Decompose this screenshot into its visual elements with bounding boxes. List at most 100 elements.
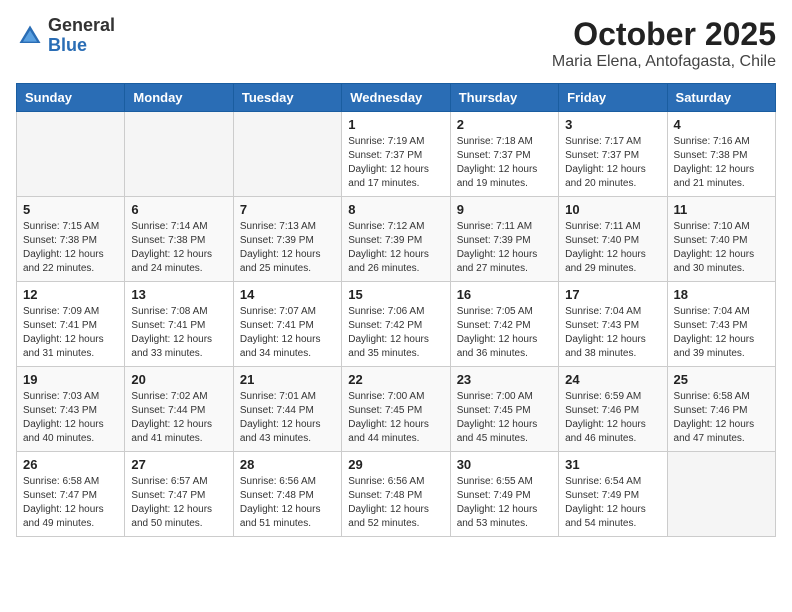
day-info: Sunrise: 6:56 AMSunset: 7:48 PMDaylight:…: [240, 475, 335, 531]
calendar-cell: 23Sunrise: 7:00 AMSunset: 7:45 PMDayligh…: [450, 367, 558, 452]
day-info: Sunrise: 7:04 AMSunset: 7:43 PMDaylight:…: [565, 305, 660, 361]
calendar-cell: 27 Sunrise: 6:57 AMSunset: 7:47 PMDayligh…: [125, 452, 233, 537]
day-of-week-header: Wednesday: [342, 84, 450, 112]
calendar-header: SundayMondayTuesdayWednesdayThursdayFrid…: [17, 84, 776, 112]
day-info: Sunrise: 7:01 AMSunset: 7:44 PMDaylight:…: [240, 390, 335, 446]
day-info: Sunrise: 7:08 AMSunset: 7:41 PMDaylight:…: [131, 305, 226, 361]
calendar-cell: 10 Sunrise: 7:11 AMSunset: 7:40 PMDayligh…: [559, 197, 667, 282]
calendar-cell: 30 Sunrise: 6:55 AMSunset: 7:49 PMDayligh…: [450, 452, 558, 537]
calendar-cell: [17, 112, 125, 197]
day-info: Sunrise: 6:59 AMSunset: 7:46 PMDaylight:…: [565, 390, 660, 446]
header-row: SundayMondayTuesdayWednesdayThursdayFrid…: [17, 84, 776, 112]
calendar-cell: 9Sunrise: 7:11 AMSunset: 7:39 PMDaylight…: [450, 197, 558, 282]
day-info: Sunrise: 7:18 AMSunset: 7:37 PMDaylight:…: [457, 135, 552, 191]
day-number: 21: [240, 372, 335, 387]
calendar-week-row: 12Sunrise: 7:09 AMSunset: 7:41 PMDayligh…: [17, 282, 776, 367]
day-number: 15: [348, 287, 443, 302]
calendar-cell: 16 Sunrise: 7:05 AMSunset: 7:42 PMDayligh…: [450, 282, 558, 367]
day-number: 9: [457, 202, 552, 217]
calendar-table: SundayMondayTuesdayWednesdayThursdayFrid…: [16, 83, 776, 537]
title-block: October 2025 Maria Elena, Antofagasta, C…: [552, 16, 776, 71]
day-number: 10: [565, 202, 660, 217]
day-info: Sunrise: 7:17 AMSunset: 7:37 PMDaylight:…: [565, 135, 660, 191]
calendar-cell: 11 Sunrise: 7:10 AMSunset: 7:40 PMDayligh…: [667, 197, 775, 282]
day-number: 27: [131, 457, 226, 472]
calendar-cell: 20 Sunrise: 7:02 AMSunset: 7:44 PMDayligh…: [125, 367, 233, 452]
day-number: 8: [348, 202, 443, 217]
logo-blue: Blue: [48, 36, 115, 56]
calendar-cell: 8 Sunrise: 7:12 AMSunset: 7:39 PMDaylight…: [342, 197, 450, 282]
calendar-cell: 31Sunrise: 6:54 AMSunset: 7:49 PMDayligh…: [559, 452, 667, 537]
day-info: Sunrise: 6:56 AMSunset: 7:48 PMDaylight:…: [348, 475, 443, 531]
day-number: 3: [565, 117, 660, 132]
calendar-cell: 13Sunrise: 7:08 AMSunset: 7:41 PMDayligh…: [125, 282, 233, 367]
calendar-cell: 14 Sunrise: 7:07 AMSunset: 7:41 PMDayligh…: [233, 282, 341, 367]
day-number: 6: [131, 202, 226, 217]
calendar-cell: 2 Sunrise: 7:18 AMSunset: 7:37 PMDaylight…: [450, 112, 558, 197]
day-number: 11: [674, 202, 769, 217]
calendar-week-row: 26Sunrise: 6:58 AMSunset: 7:47 PMDayligh…: [17, 452, 776, 537]
day-number: 29: [348, 457, 443, 472]
day-number: 17: [565, 287, 660, 302]
day-info: Sunrise: 7:14 AMSunset: 7:38 PMDaylight:…: [131, 220, 226, 276]
day-info: Sunrise: 6:55 AMSunset: 7:49 PMDaylight:…: [457, 475, 552, 531]
day-info: Sunrise: 7:05 AMSunset: 7:42 PMDaylight:…: [457, 305, 552, 361]
day-of-week-header: Sunday: [17, 84, 125, 112]
day-number: 2: [457, 117, 552, 132]
day-number: 19: [23, 372, 118, 387]
day-of-week-header: Friday: [559, 84, 667, 112]
day-number: 12: [23, 287, 118, 302]
day-info: Sunrise: 7:13 AMSunset: 7:39 PMDaylight:…: [240, 220, 335, 276]
day-number: 5: [23, 202, 118, 217]
calendar-cell: 22Sunrise: 7:00 AMSunset: 7:45 PMDayligh…: [342, 367, 450, 452]
day-info: Sunrise: 7:07 AMSunset: 7:41 PMDaylight:…: [240, 305, 335, 361]
month-title: October 2025: [552, 16, 776, 53]
day-info: Sunrise: 6:58 AMSunset: 7:47 PMDaylight:…: [23, 475, 118, 531]
day-info: Sunrise: 7:00 AMSunset: 7:45 PMDaylight:…: [457, 390, 552, 446]
day-info: Sunrise: 7:11 AMSunset: 7:40 PMDaylight:…: [565, 220, 660, 276]
calendar-cell: 29 Sunrise: 6:56 AMSunset: 7:48 PMDayligh…: [342, 452, 450, 537]
day-info: Sunrise: 7:04 AMSunset: 7:43 PMDaylight:…: [674, 305, 769, 361]
location-title: Maria Elena, Antofagasta, Chile: [552, 53, 776, 71]
calendar-cell: 26Sunrise: 6:58 AMSunset: 7:47 PMDayligh…: [17, 452, 125, 537]
day-info: Sunrise: 7:10 AMSunset: 7:40 PMDaylight:…: [674, 220, 769, 276]
day-info: Sunrise: 6:54 AMSunset: 7:49 PMDaylight:…: [565, 475, 660, 531]
day-of-week-header: Monday: [125, 84, 233, 112]
day-info: Sunrise: 7:03 AMSunset: 7:43 PMDaylight:…: [23, 390, 118, 446]
calendar-cell: 17 Sunrise: 7:04 AMSunset: 7:43 PMDayligh…: [559, 282, 667, 367]
calendar-cell: 18 Sunrise: 7:04 AMSunset: 7:43 PMDayligh…: [667, 282, 775, 367]
day-number: 16: [457, 287, 552, 302]
calendar-cell: [667, 452, 775, 537]
day-info: Sunrise: 7:19 AMSunset: 7:37 PMDaylight:…: [348, 135, 443, 191]
calendar-cell: 6 Sunrise: 7:14 AMSunset: 7:38 PMDaylight…: [125, 197, 233, 282]
calendar-cell: [233, 112, 341, 197]
calendar-cell: 28Sunrise: 6:56 AMSunset: 7:48 PMDayligh…: [233, 452, 341, 537]
day-number: 14: [240, 287, 335, 302]
day-number: 1: [348, 117, 443, 132]
day-of-week-header: Tuesday: [233, 84, 341, 112]
day-of-week-header: Thursday: [450, 84, 558, 112]
logo-general: General: [48, 16, 115, 36]
day-number: 4: [674, 117, 769, 132]
calendar-week-row: 19 Sunrise: 7:03 AMSunset: 7:43 PMDayligh…: [17, 367, 776, 452]
day-number: 20: [131, 372, 226, 387]
calendar-week-row: 5Sunrise: 7:15 AMSunset: 7:38 PMDaylight…: [17, 197, 776, 282]
day-info: Sunrise: 6:58 AMSunset: 7:46 PMDaylight:…: [674, 390, 769, 446]
day-info: Sunrise: 7:16 AMSunset: 7:38 PMDaylight:…: [674, 135, 769, 191]
day-info: Sunrise: 7:02 AMSunset: 7:44 PMDaylight:…: [131, 390, 226, 446]
day-number: 18: [674, 287, 769, 302]
calendar-cell: 3 Sunrise: 7:17 AMSunset: 7:37 PMDaylight…: [559, 112, 667, 197]
calendar-cell: 4 Sunrise: 7:16 AMSunset: 7:38 PMDaylight…: [667, 112, 775, 197]
calendar-cell: 12Sunrise: 7:09 AMSunset: 7:41 PMDayligh…: [17, 282, 125, 367]
logo-icon: [16, 22, 44, 50]
day-info: Sunrise: 7:12 AMSunset: 7:39 PMDaylight:…: [348, 220, 443, 276]
day-number: 24: [565, 372, 660, 387]
day-info: Sunrise: 7:00 AMSunset: 7:45 PMDaylight:…: [348, 390, 443, 446]
day-of-week-header: Saturday: [667, 84, 775, 112]
day-info: Sunrise: 6:57 AMSunset: 7:47 PMDaylight:…: [131, 475, 226, 531]
day-info: Sunrise: 7:06 AMSunset: 7:42 PMDaylight:…: [348, 305, 443, 361]
day-number: 30: [457, 457, 552, 472]
day-number: 25: [674, 372, 769, 387]
calendar-cell: 15 Sunrise: 7:06 AMSunset: 7:42 PMDayligh…: [342, 282, 450, 367]
calendar-cell: 25 Sunrise: 6:58 AMSunset: 7:46 PMDayligh…: [667, 367, 775, 452]
